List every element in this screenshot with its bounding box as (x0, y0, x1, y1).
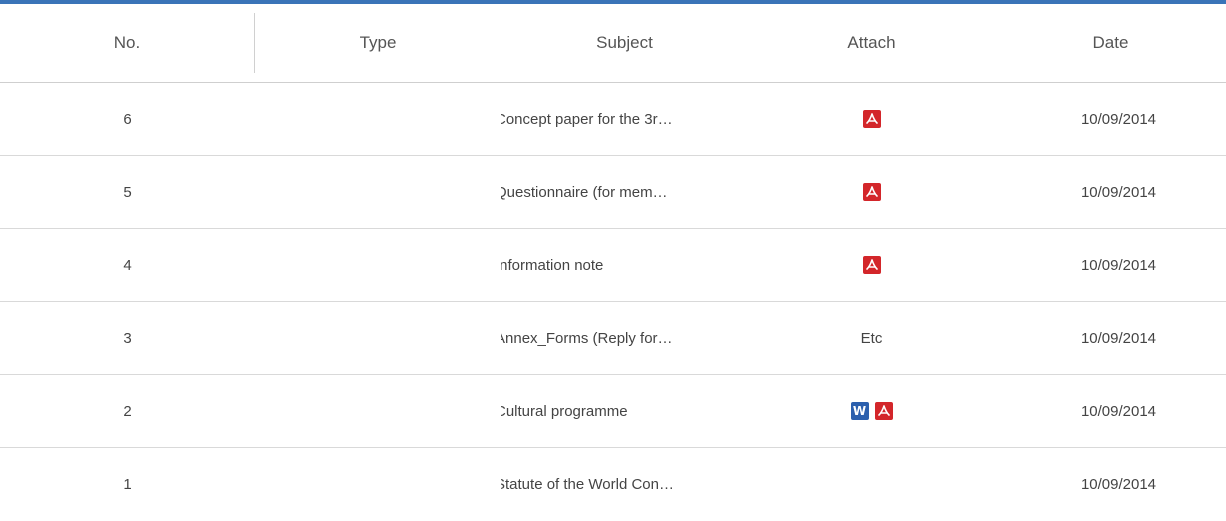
row-subject-cell: Concept paper for the 3r… (501, 111, 748, 128)
table-header: No. Type Subject Attach Date (0, 4, 1226, 83)
row-date: 10/09/2014 (1080, 110, 1157, 128)
row-subject-cell: Questionnaire (for mem… (501, 184, 748, 201)
row-subject-cell: Statute of the World Con… (501, 476, 748, 493)
row-date: 10/09/2014 (1080, 402, 1157, 420)
row-number: 1 (123, 475, 132, 493)
table-row[interactable]: 3 Annex_Forms (Reply for… Etc 10/09/2014 (0, 302, 1226, 375)
row-number: 4 (123, 256, 132, 274)
attach-etc-link[interactable]: Etc (861, 330, 883, 347)
document-board: No. Type Subject Attach Date 6 Concept p… (0, 0, 1226, 521)
header-no[interactable]: No. (0, 13, 255, 73)
row-subject-link[interactable]: Concept paper for the 3r… (501, 111, 673, 128)
word-icon[interactable]: W (850, 402, 869, 421)
row-attach: W (748, 402, 995, 421)
header-subject[interactable]: Subject (501, 13, 748, 73)
row-date: 10/09/2014 (1080, 329, 1157, 347)
header-attach[interactable]: Attach (748, 13, 995, 73)
header-type[interactable]: Type (255, 13, 501, 73)
row-date: 10/09/2014 (1080, 183, 1157, 201)
pdf-icon[interactable] (862, 110, 881, 129)
row-attach: Etc (748, 330, 995, 347)
row-subject-cell: Annex_Forms (Reply for… (501, 330, 748, 347)
row-subject-cell: Cultural programme (501, 403, 748, 420)
table-row[interactable]: 4 Information note 10/09/2014 (0, 229, 1226, 302)
row-number: 2 (123, 402, 132, 420)
pdf-icon[interactable] (862, 256, 881, 275)
pdf-icon[interactable] (874, 402, 893, 421)
pdf-icon[interactable] (862, 183, 881, 202)
row-attach (748, 256, 995, 275)
row-subject-link[interactable]: Cultural programme (501, 403, 628, 420)
row-subject-link[interactable]: Information note (501, 257, 603, 274)
row-date: 10/09/2014 (1080, 256, 1157, 274)
row-subject-link[interactable]: Statute of the World Con… (501, 476, 674, 493)
table-row[interactable]: 6 Concept paper for the 3r… 10/09/2014 (0, 83, 1226, 156)
table-row[interactable]: 5 Questionnaire (for mem… 10/09/2014 (0, 156, 1226, 229)
row-attach (748, 110, 995, 129)
row-subject-link[interactable]: Annex_Forms (Reply for… (501, 330, 673, 347)
row-date: 10/09/2014 (1080, 475, 1157, 493)
row-subject-cell: Information note (501, 257, 748, 274)
table-row[interactable]: 1 Statute of the World Con… 10/09/2014 (0, 448, 1226, 520)
row-subject-link[interactable]: Questionnaire (for mem… (501, 184, 668, 201)
row-number: 5 (123, 183, 132, 201)
row-attach (748, 183, 995, 202)
table-row[interactable]: 2 Cultural programme W 10/09/2014 (0, 375, 1226, 448)
row-number: 3 (123, 329, 132, 347)
header-date[interactable]: Date (995, 13, 1226, 73)
row-number: 6 (123, 110, 132, 128)
